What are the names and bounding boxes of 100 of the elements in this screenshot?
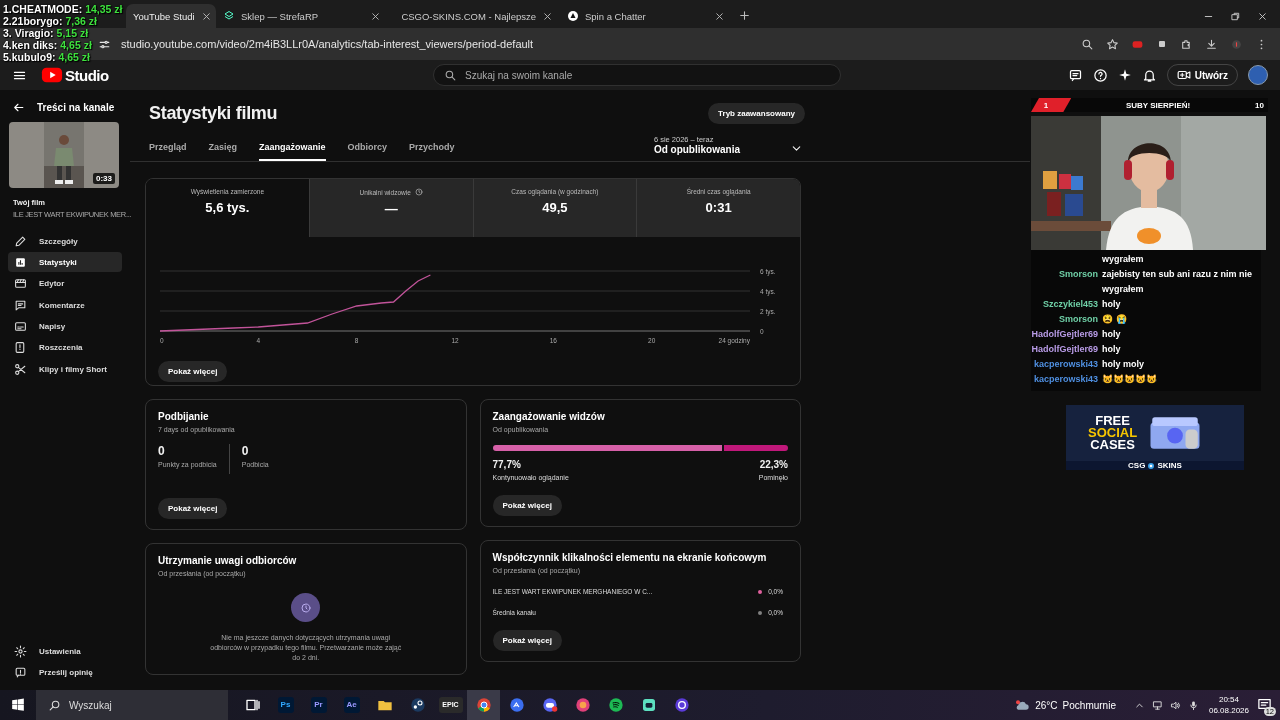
comment-icon (14, 298, 27, 312)
app-icon[interactable] (673, 697, 690, 713)
leaderboard-amount: 5,15 zł (56, 27, 89, 39)
browser-tab[interactable]: CSGO-SKINS.COM - Najlepsze (388, 4, 560, 28)
leaderboard-amount: 14,35 zł (85, 3, 123, 15)
camera-plus-icon (1176, 68, 1191, 82)
show-more-button[interactable]: Pokaż więcej (158, 498, 228, 519)
chat-username: kacperowski43 (1032, 358, 1098, 371)
search-field[interactable]: Wyszukaj (36, 690, 228, 720)
leaderboard-name: 5.kubulo9: (3, 51, 56, 63)
cloud-icon[interactable] (1014, 697, 1031, 713)
card-title: Podbijanie (158, 411, 210, 422)
sidebar-item[interactable]: Prześlij opinię (8, 662, 122, 683)
close-icon[interactable] (370, 10, 381, 22)
show-more-button[interactable]: Pokaż więcej (492, 495, 562, 516)
show-more-button[interactable]: Pokaż więcej (158, 361, 228, 382)
restore-icon[interactable] (1230, 11, 1241, 22)
browser-tab[interactable]: Spin a Chatter (560, 4, 732, 28)
puzzle-icon[interactable] (1180, 37, 1193, 51)
percent-value: 22,3% (758, 459, 788, 470)
leaderboard-name: 4.ken diks: (3, 39, 58, 51)
chat-username: kacperowski43 (1032, 373, 1098, 386)
search-field[interactable]: Szukaj na swoim kanale (433, 64, 841, 86)
stat-value: 0 (241, 444, 250, 458)
close-icon[interactable] (714, 10, 725, 22)
sidebar-item[interactable]: Napisy (8, 316, 122, 337)
extension-icon[interactable] (1156, 38, 1168, 50)
percent-value: 77,7% (492, 459, 522, 470)
gamepad-icon[interactable] (541, 697, 558, 713)
sidebar-item[interactable]: Statystyki (8, 252, 122, 273)
steam-icon[interactable] (409, 697, 426, 713)
notification-icon[interactable] (1257, 696, 1272, 712)
close-icon[interactable] (1257, 11, 1268, 22)
close-icon[interactable] (200, 10, 212, 22)
video-thumbnail[interactable]: 0:33 (9, 122, 119, 188)
pencil-icon (14, 234, 27, 248)
chat-message: holy moly (1102, 358, 1145, 371)
app-icon[interactable] (640, 697, 657, 713)
sidebar-item[interactable]: Szczegóły (8, 231, 122, 251)
sidebar-item[interactable]: Ustawienia (8, 641, 122, 662)
metric-value: — (384, 201, 398, 216)
analytics-tab[interactable]: Odbiorcy (347, 142, 388, 161)
card-title: Utrzymanie uwagi odbiorców (158, 555, 298, 566)
star-icon[interactable] (1106, 37, 1119, 51)
studio-logo[interactable]: Studio (41, 64, 433, 86)
chat-username: Smorson (1058, 313, 1098, 326)
chart-icon (14, 255, 27, 269)
app-icon[interactable] (574, 697, 591, 713)
leaderboard-name: 1.CHEATMODE: (3, 3, 83, 15)
sidebar-item[interactable]: Klipy i filmy Short (8, 359, 122, 380)
analytics-tab[interactable]: Zasięg (208, 142, 238, 161)
target-icon (1147, 461, 1156, 470)
film-icon (14, 277, 27, 291)
microphone-icon[interactable] (1187, 699, 1199, 711)
avatar[interactable] (1248, 65, 1268, 85)
sidebar-item[interactable]: Komentarze (8, 295, 122, 316)
windows-icon[interactable] (11, 698, 25, 712)
leaderboard-amount: 4,65 zł (60, 39, 92, 51)
new-tab-icon[interactable] (738, 9, 751, 22)
browser-tab[interactable]: Sklep — StrefaRP (216, 4, 388, 28)
leaderboard-amount: 4,65 zł (58, 51, 91, 63)
download-icon[interactable] (1205, 37, 1218, 51)
message-icon[interactable] (1067, 67, 1083, 83)
weather-temp: 26°C (1035, 699, 1058, 711)
back-link[interactable]: Treści na kanale (8, 98, 122, 116)
close-icon[interactable] (542, 10, 553, 22)
goal-title: SUBY SIERPIEŃ! (1124, 100, 1192, 110)
app-tile[interactable]: Ps (277, 697, 294, 713)
advanced-mode-button[interactable]: Tryb zaawansowany (708, 103, 805, 124)
analytics-tab[interactable]: Przegląd (149, 142, 187, 161)
leaderboard-name: 3. Viragio: (3, 27, 54, 39)
spotify-icon[interactable] (607, 697, 624, 713)
app-tile[interactable]: Pr (310, 697, 327, 713)
subtitles-icon (14, 320, 27, 334)
speaker-icon[interactable] (1169, 699, 1181, 711)
help-icon[interactable] (1092, 67, 1108, 83)
feedback-icon (14, 666, 27, 680)
period-label: Od opublikowania (653, 144, 740, 155)
zoom-icon[interactable] (1081, 37, 1094, 51)
app-tile[interactable]: Ae (343, 697, 360, 713)
profile-icon[interactable] (1230, 37, 1243, 51)
weather-text: Pochmurnie (1062, 699, 1116, 711)
sidebar-item[interactable]: Roszczenia (8, 337, 122, 358)
stat-value: 0 (158, 444, 166, 458)
analytics-tab[interactable]: Przychody (409, 142, 455, 161)
browser-tab[interactable]: YouTube Studi (126, 4, 216, 28)
url-text[interactable]: studio.youtube.com/video/2m4iB3LLr0A/analytics/tab-interest_viewers/period-default (121, 38, 534, 50)
analytics-tab[interactable]: Zaangażowanie (259, 142, 326, 161)
task-view-icon[interactable] (244, 697, 261, 713)
sidebar-item[interactable]: Edytor (8, 273, 122, 294)
show-more-button[interactable]: Pokaż więcej (492, 630, 562, 651)
page-title: Statystyki filmu (149, 103, 278, 124)
goal-target: 10 (1255, 100, 1265, 110)
bell-icon[interactable] (1141, 67, 1157, 83)
network-icon[interactable] (1151, 699, 1163, 711)
leaderboard-amount: 7,36 zł (65, 15, 98, 27)
ad-brand: SKINS (1157, 461, 1182, 470)
search-icon (444, 68, 457, 82)
chrome-icon[interactable] (475, 697, 492, 713)
app-icon[interactable] (508, 697, 525, 713)
